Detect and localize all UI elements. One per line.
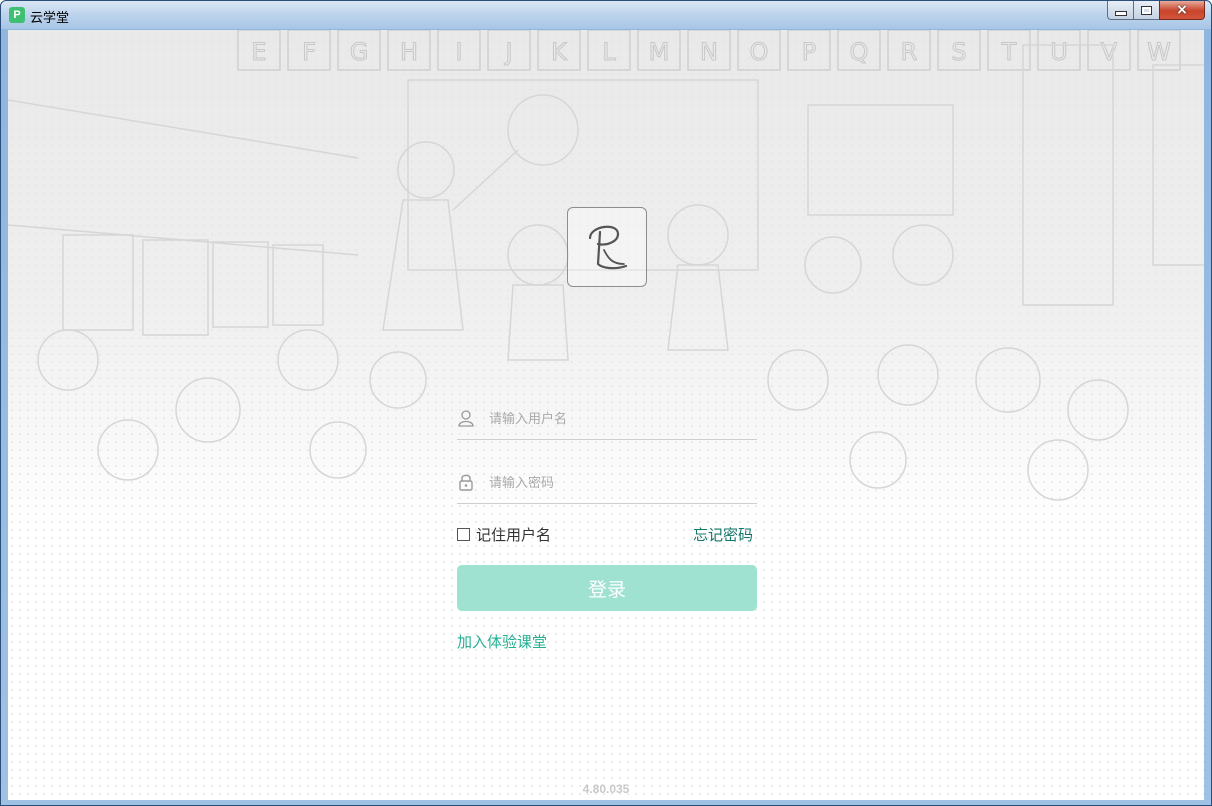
forgot-password-link[interactable]: 忘记密码 — [693, 524, 753, 544]
join-trial-class-link[interactable]: 加入体验课堂 — [457, 631, 547, 652]
alphabet-letter: L — [602, 38, 616, 66]
password-field — [457, 463, 757, 504]
alphabet-letter: H — [400, 38, 418, 66]
alphabet-letter: V — [1101, 38, 1118, 66]
app-logo — [567, 207, 647, 287]
alphabet-letter: E — [251, 38, 266, 66]
poster-board-sketch — [807, 104, 954, 216]
alphabet-letter: W — [1147, 38, 1171, 66]
shelf-line-sketch — [8, 99, 359, 159]
pl-logo-icon — [588, 225, 628, 270]
username-field — [457, 399, 757, 440]
alphabet-letter: J — [503, 38, 512, 66]
alphabet-letter: Q — [850, 38, 869, 66]
teacher-head-sketch — [397, 141, 455, 199]
alphabet-banner: E F G H I J K L M N O P Q R S T U V W — [237, 30, 1181, 71]
globe-sketch — [507, 94, 579, 166]
alphabet-letter: P — [802, 38, 816, 66]
alphabet-letter: N — [700, 38, 718, 66]
username-input[interactable] — [487, 405, 751, 433]
maximize-icon — [1141, 5, 1152, 15]
close-icon: × — [1176, 1, 1188, 18]
alphabet-letter: G — [350, 38, 369, 66]
alphabet-letter: I — [455, 38, 462, 66]
alphabet-letter: M — [649, 38, 670, 66]
password-input[interactable] — [487, 469, 751, 497]
alphabet-letter: S — [951, 38, 966, 66]
version-label: 4.80.035 — [582, 782, 630, 796]
alphabet-letter: F — [302, 38, 316, 66]
login-button[interactable]: 登录 — [457, 565, 757, 611]
app-logo-icon: P — [9, 7, 25, 23]
alphabet-letter: K — [551, 38, 568, 66]
minimize-button[interactable] — [1107, 1, 1133, 20]
user-icon — [458, 410, 474, 427]
close-button[interactable]: × — [1159, 1, 1205, 20]
alphabet-letter: O — [750, 38, 769, 66]
title-bar[interactable]: P 云学堂 × — [1, 1, 1211, 29]
remember-username-label: 记住用户名 — [476, 525, 552, 544]
map-sketch — [1152, 64, 1204, 266]
window-controls: × — [1107, 1, 1205, 20]
lock-icon — [459, 474, 473, 491]
alphabet-letter: T — [1001, 38, 1017, 66]
minimize-icon — [1114, 10, 1127, 16]
alphabet-letter: R — [901, 38, 918, 66]
alphabet-letter: U — [1050, 38, 1068, 66]
remember-username-option[interactable]: 记住用户名 — [457, 524, 551, 544]
app-window: P 云学堂 × E F G H I J K L M N O P Q R S T U V W 请输入用户名 记住用户名… — [0, 0, 1212, 806]
window-title: 云学堂 — [30, 11, 70, 26]
login-page: E F G H I J K L M N O P Q R S T U V W 请输入用户名 记住用户名 忘记密码 登录… — [8, 30, 1204, 800]
remember-username-checkbox[interactable] — [457, 527, 470, 541]
door-sketch — [1022, 44, 1114, 306]
maximize-button[interactable] — [1133, 1, 1159, 20]
